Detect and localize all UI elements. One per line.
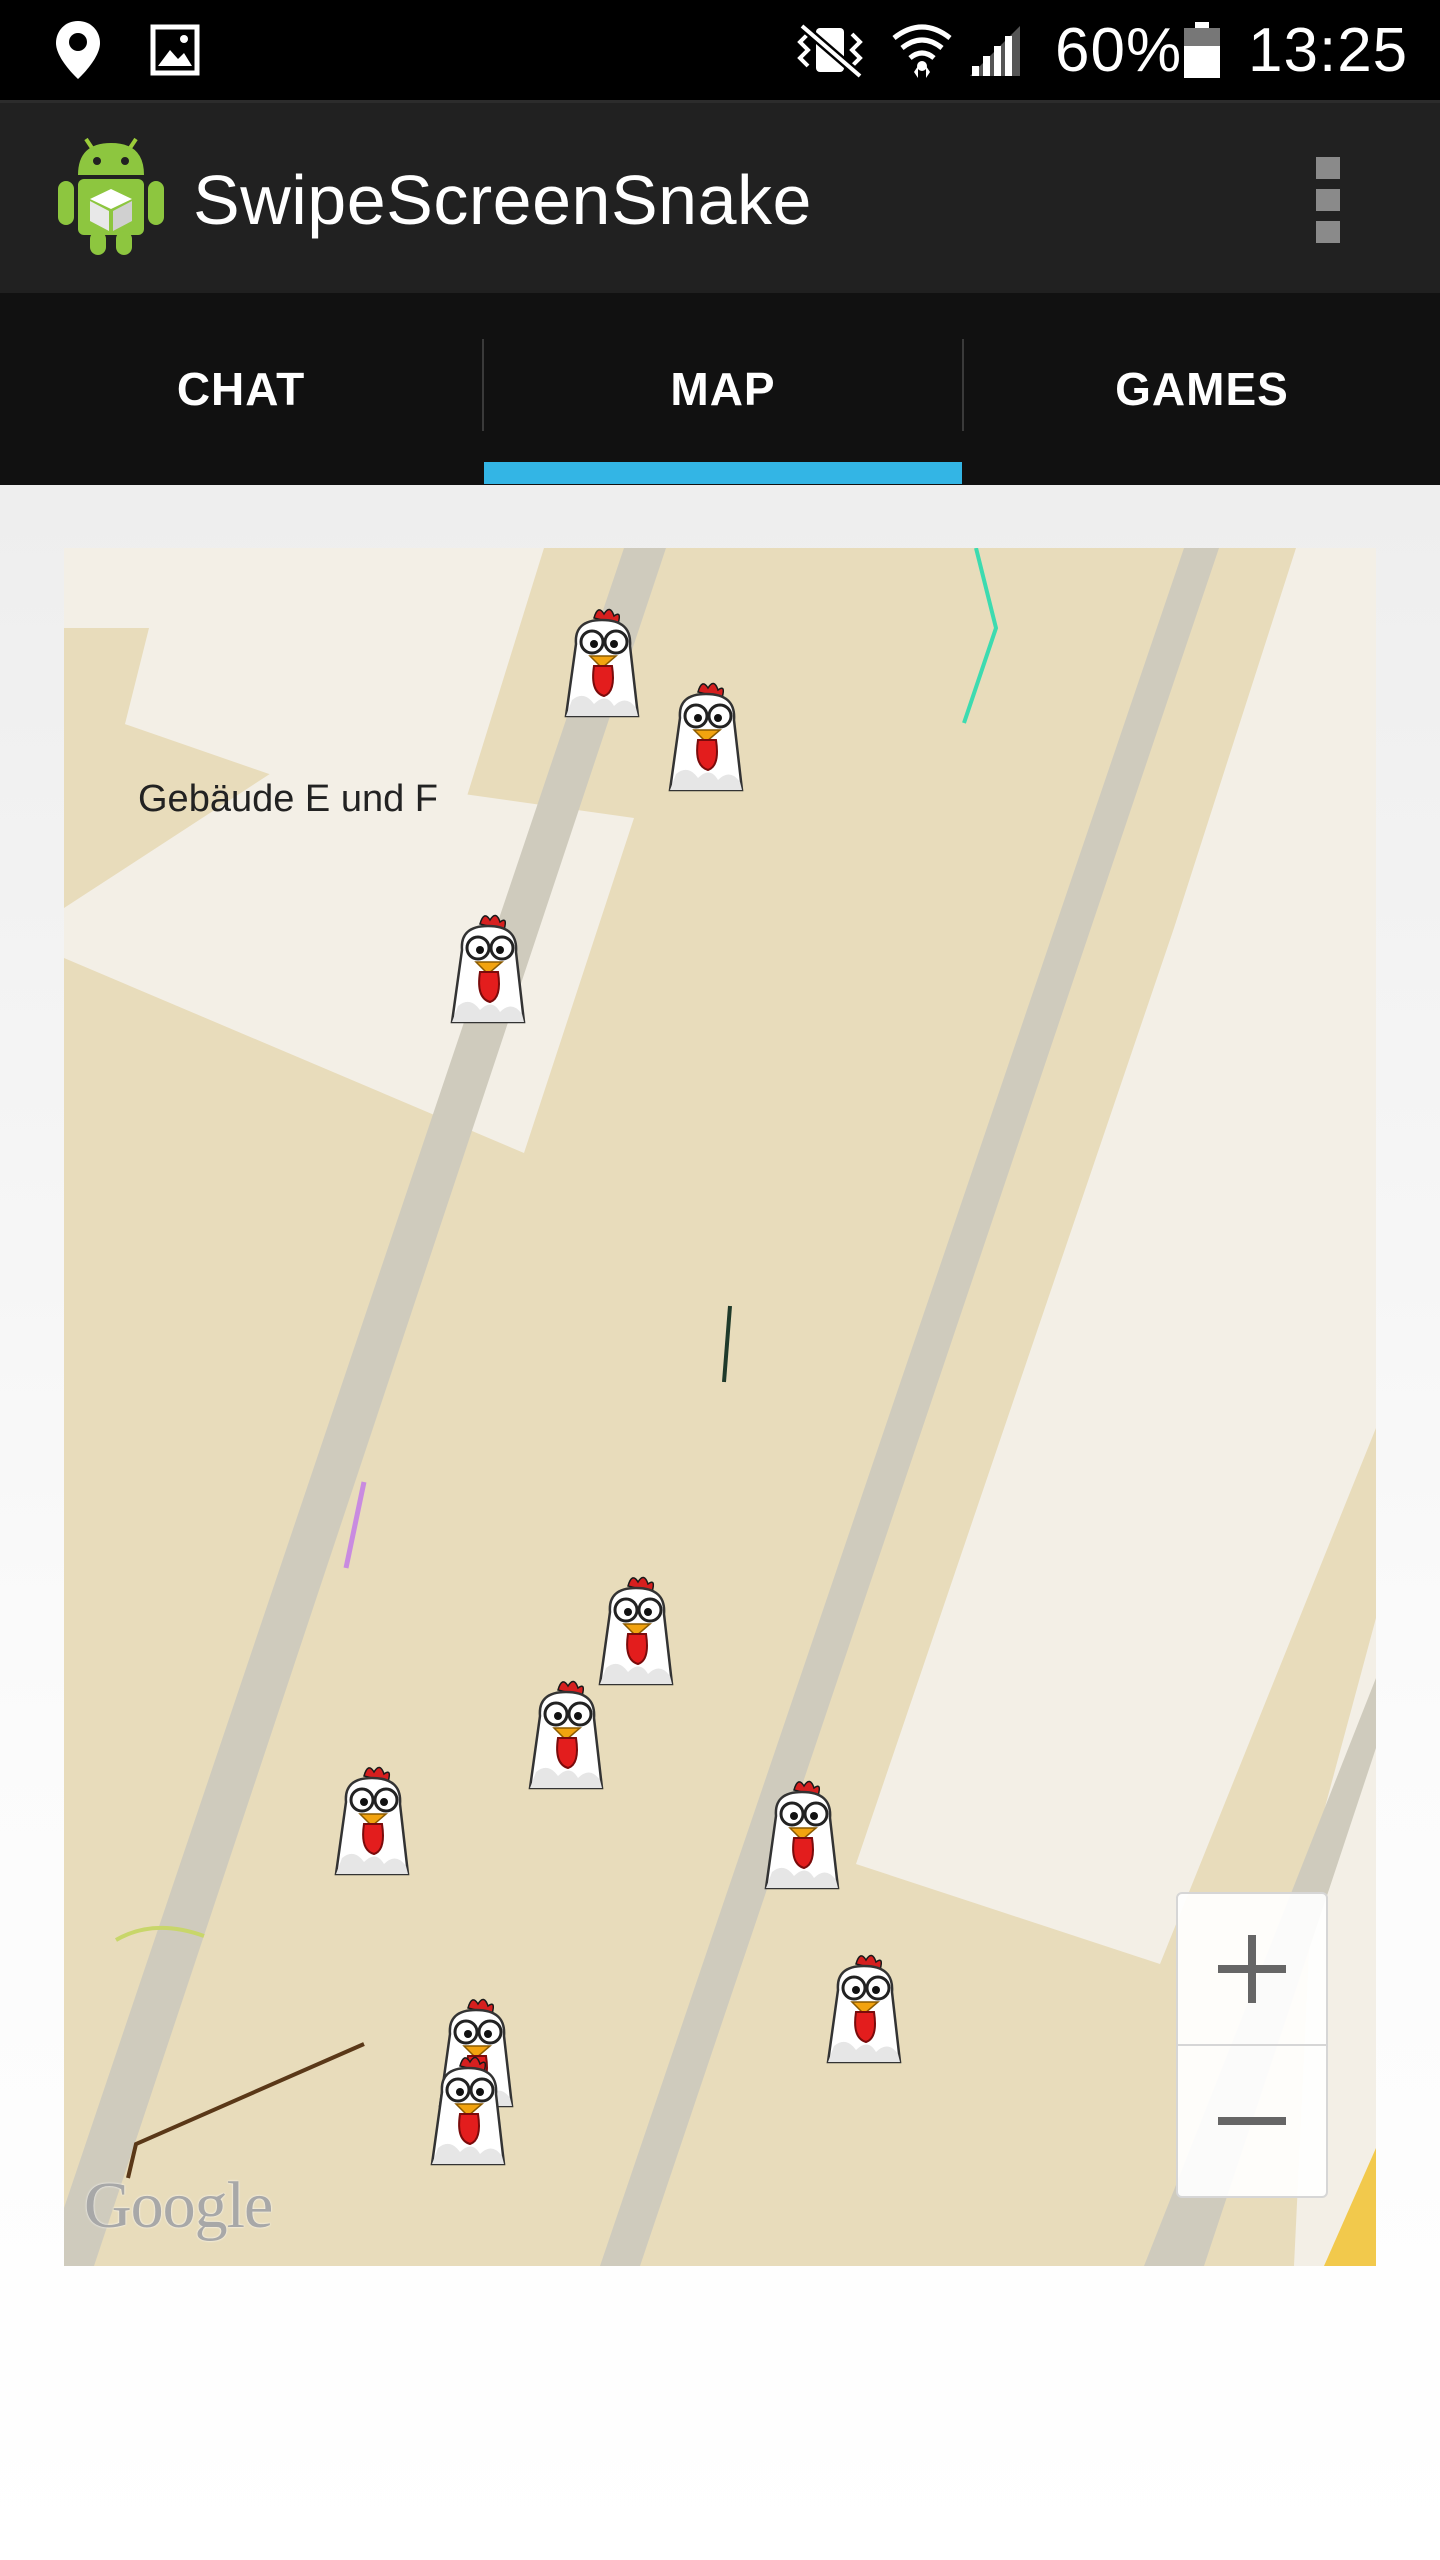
signal-icon [966, 0, 1022, 100]
chicken-marker[interactable] [420, 2052, 516, 2172]
google-attribution: Google [84, 2169, 273, 2242]
action-bar: SwipeScreenSnake [0, 100, 1440, 293]
battery-icon [1182, 0, 1222, 100]
tab-map[interactable]: MAP [484, 293, 962, 485]
wifi-icon [890, 0, 954, 100]
zoom-out-button[interactable] [1178, 2046, 1326, 2196]
minus-icon [1218, 2117, 1286, 2125]
tab-bar: CHAT MAP GAMES [0, 293, 1440, 485]
chicken-marker[interactable] [518, 1676, 614, 1796]
map-place-label: Gebäude E und F [138, 778, 438, 820]
chicken-marker[interactable] [554, 604, 650, 724]
zoom-in-button[interactable] [1178, 1894, 1326, 2044]
selected-tab-indicator [484, 462, 962, 484]
app-title: SwipeScreenSnake [193, 160, 812, 239]
chicken-marker[interactable] [588, 1572, 684, 1692]
status-bar: 60% 13:25 [0, 0, 1440, 100]
chicken-marker[interactable] [658, 678, 754, 798]
tab-map-label: MAP [670, 363, 776, 415]
tab-chat-label: CHAT [176, 363, 306, 415]
overflow-menu-icon[interactable] [1300, 153, 1356, 247]
tab-games-label: GAMES [1115, 363, 1289, 415]
chicken-marker[interactable] [816, 1950, 912, 2070]
battery-percent: 60% [1055, 15, 1183, 85]
image-icon [150, 0, 200, 100]
map-view[interactable]: Gebäude E und F Google [64, 548, 1376, 2266]
clock: 13:25 [1248, 15, 1409, 85]
zoom-control [1176, 1892, 1328, 2198]
tab-games[interactable]: GAMES [964, 293, 1440, 485]
chicken-marker[interactable] [754, 1776, 850, 1896]
chicken-marker[interactable] [440, 910, 536, 1030]
tab-chat[interactable]: CHAT [0, 293, 482, 485]
android-app-icon[interactable] [52, 133, 170, 257]
location-icon [54, 0, 102, 100]
plus-icon [1218, 1935, 1286, 2003]
vibrate-icon [790, 0, 870, 100]
chicken-marker[interactable] [324, 1762, 420, 1882]
